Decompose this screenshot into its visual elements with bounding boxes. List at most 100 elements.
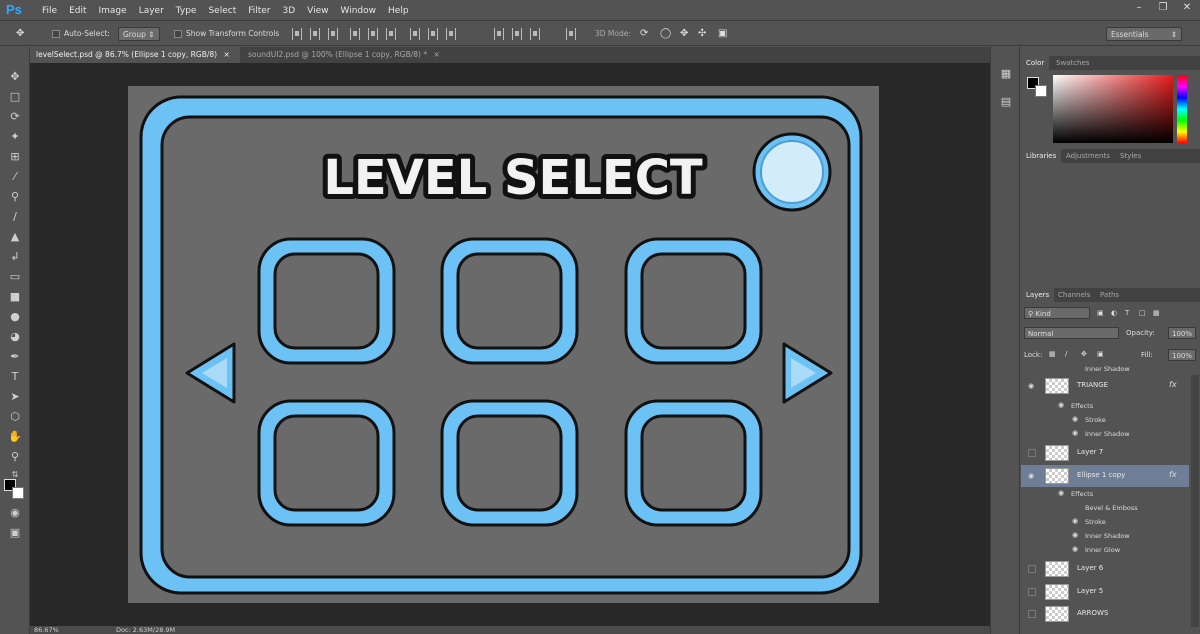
- align-top-icon[interactable]: [292, 28, 302, 40]
- menu-image[interactable]: Image: [93, 6, 133, 16]
- brush-tool-icon[interactable]: ∕: [7, 209, 23, 225]
- distribute-top-icon[interactable]: [410, 28, 420, 40]
- history-brush-tool-icon[interactable]: ↲: [7, 249, 23, 265]
- layer-row-layer7[interactable]: Layer 7: [1021, 442, 1189, 464]
- menu-edit[interactable]: Edit: [63, 6, 92, 16]
- lasso-tool-icon[interactable]: ⟳: [7, 109, 23, 125]
- effect-eye-icon[interactable]: ◉: [1072, 531, 1078, 539]
- dodge-tool-icon[interactable]: ◕: [7, 329, 23, 345]
- menu-file[interactable]: File: [36, 6, 63, 16]
- auto-select-checkbox[interactable]: [52, 30, 60, 38]
- effect-eye-icon[interactable]: ◉: [1072, 517, 1078, 525]
- eraser-tool-icon[interactable]: ▭: [7, 269, 23, 285]
- visibility-toggle[interactable]: [1028, 565, 1036, 573]
- auto-select-dropdown[interactable]: Group ⇕: [118, 27, 160, 41]
- opacity-field[interactable]: 100%: [1168, 327, 1196, 339]
- menu-window[interactable]: Window: [335, 6, 383, 16]
- layer-row-layer6[interactable]: Layer 6: [1021, 558, 1189, 580]
- menu-layer[interactable]: Layer: [133, 6, 170, 16]
- effect-eye-icon[interactable]: ◉: [1072, 545, 1078, 553]
- zoom-tool-icon[interactable]: ⚲: [7, 449, 23, 465]
- magic-wand-tool-icon[interactable]: ✦: [7, 129, 23, 145]
- healing-brush-tool-icon[interactable]: ⚲: [7, 189, 23, 205]
- layers-scrollbar[interactable]: [1191, 375, 1199, 627]
- tab-styles[interactable]: Styles: [1115, 149, 1146, 163]
- auto-align-icon[interactable]: [566, 28, 576, 40]
- tab-soundui2[interactable]: soundUI2.psd @ 100% (Ellipse 1 copy, RGB…: [242, 47, 457, 63]
- minimize-icon[interactable]: –: [1132, 2, 1146, 14]
- distribute-bottom-icon[interactable]: [446, 28, 456, 40]
- lock-pixels-icon[interactable]: ∕: [1065, 350, 1067, 358]
- eyedropper-tool-icon[interactable]: ⁄: [7, 169, 23, 185]
- distribute-vcenter-icon[interactable]: [428, 28, 438, 40]
- align-hcenter-icon[interactable]: [368, 28, 378, 40]
- tab-libraries[interactable]: Libraries: [1021, 149, 1062, 163]
- effects-eye-icon[interactable]: ◉: [1058, 401, 1064, 409]
- move-tool-icon[interactable]: ✥: [7, 69, 23, 85]
- kind-filter-dropdown[interactable]: ⚲ Kind: [1024, 307, 1090, 319]
- background-color-swatch[interactable]: [12, 487, 24, 499]
- auto-select-option[interactable]: Auto-Select:: [52, 27, 110, 41]
- 3d-scale-icon[interactable]: ▣: [718, 27, 727, 41]
- shape-tool-icon[interactable]: ⬡: [7, 409, 23, 425]
- move-tool-icon[interactable]: ✥: [16, 27, 24, 41]
- filter-type-icon[interactable]: T: [1125, 309, 1129, 317]
- align-vcenter-icon[interactable]: [310, 28, 320, 40]
- blur-tool-icon[interactable]: ●: [7, 309, 23, 325]
- lock-transparent-icon[interactable]: ▦: [1049, 350, 1056, 358]
- align-left-icon[interactable]: [350, 28, 360, 40]
- align-bottom-icon[interactable]: [328, 28, 338, 40]
- tab-swatches[interactable]: Swatches: [1051, 56, 1094, 70]
- menu-help[interactable]: Help: [382, 6, 415, 16]
- menu-filter[interactable]: Filter: [242, 6, 276, 16]
- clone-stamp-tool-icon[interactable]: ▲: [7, 229, 23, 245]
- screen-mode-icon[interactable]: ▣: [7, 525, 23, 541]
- gradient-tool-icon[interactable]: ■: [7, 289, 23, 305]
- 3d-roll-icon[interactable]: ◯: [660, 27, 671, 41]
- filter-smart-object-icon[interactable]: ▦: [1153, 309, 1160, 317]
- filter-shape-icon[interactable]: □: [1139, 309, 1146, 317]
- lock-position-icon[interactable]: ✥: [1081, 350, 1087, 358]
- visibility-toggle[interactable]: [1028, 610, 1036, 618]
- tab-color[interactable]: Color: [1021, 56, 1050, 70]
- 3d-rotate-icon[interactable]: ⟳: [640, 27, 648, 41]
- fx-icon[interactable]: fx: [1169, 380, 1177, 389]
- visibility-eye-icon[interactable]: ◉: [1028, 382, 1036, 390]
- visibility-toggle[interactable]: [1028, 588, 1036, 596]
- menu-view[interactable]: View: [301, 6, 334, 16]
- show-transform-checkbox[interactable]: [174, 30, 182, 38]
- marquee-tool-icon[interactable]: □: [7, 89, 23, 105]
- filter-adjustment-icon[interactable]: ◐: [1111, 309, 1117, 317]
- visibility-toggle[interactable]: [1028, 449, 1036, 457]
- fill-field[interactable]: 100%: [1168, 349, 1196, 361]
- effect-eye-icon[interactable]: ◉: [1072, 429, 1078, 437]
- 3d-slide-icon[interactable]: ✣: [698, 27, 706, 41]
- close-tab-icon[interactable]: ×: [223, 50, 229, 59]
- blend-mode-dropdown[interactable]: Normal: [1024, 327, 1119, 339]
- tab-layers[interactable]: Layers: [1021, 288, 1055, 302]
- effects-eye-icon[interactable]: ◉: [1058, 489, 1064, 497]
- align-right-icon[interactable]: [386, 28, 396, 40]
- zoom-level[interactable]: 86.67%: [34, 626, 59, 634]
- distribute-left-icon[interactable]: [494, 28, 504, 40]
- type-tool-icon[interactable]: T: [7, 369, 23, 385]
- layer-row-arrows[interactable]: ARROWS: [1021, 603, 1189, 625]
- layer-row-layer5[interactable]: Layer 5: [1021, 581, 1189, 603]
- panel-background-swatch[interactable]: [1035, 85, 1047, 97]
- 3d-pan-icon[interactable]: ✥: [680, 27, 688, 41]
- tab-levelselect[interactable]: levelSelect.psd @ 86.7% (Ellipse 1 copy,…: [30, 47, 240, 63]
- path-selection-tool-icon[interactable]: ➤: [7, 389, 23, 405]
- show-transform-option[interactable]: Show Transform Controls: [174, 27, 279, 41]
- close-tab-icon[interactable]: ×: [433, 50, 439, 59]
- menu-type[interactable]: Type: [170, 6, 203, 16]
- properties-icon[interactable]: ▤: [998, 95, 1014, 111]
- layer-row-ellipse-1-copy[interactable]: ◉ Ellipse 1 copy fx: [1021, 465, 1189, 487]
- crop-tool-icon[interactable]: ⊞: [7, 149, 23, 165]
- hand-tool-icon[interactable]: ✋: [7, 429, 23, 445]
- tab-paths[interactable]: Paths: [1095, 288, 1124, 302]
- pen-tool-icon[interactable]: ✒: [7, 349, 23, 365]
- lock-all-icon[interactable]: ▣: [1097, 350, 1104, 358]
- quick-mask-icon[interactable]: ◉: [7, 505, 23, 521]
- fx-icon[interactable]: fx: [1169, 470, 1177, 479]
- distribute-right-icon[interactable]: [530, 28, 540, 40]
